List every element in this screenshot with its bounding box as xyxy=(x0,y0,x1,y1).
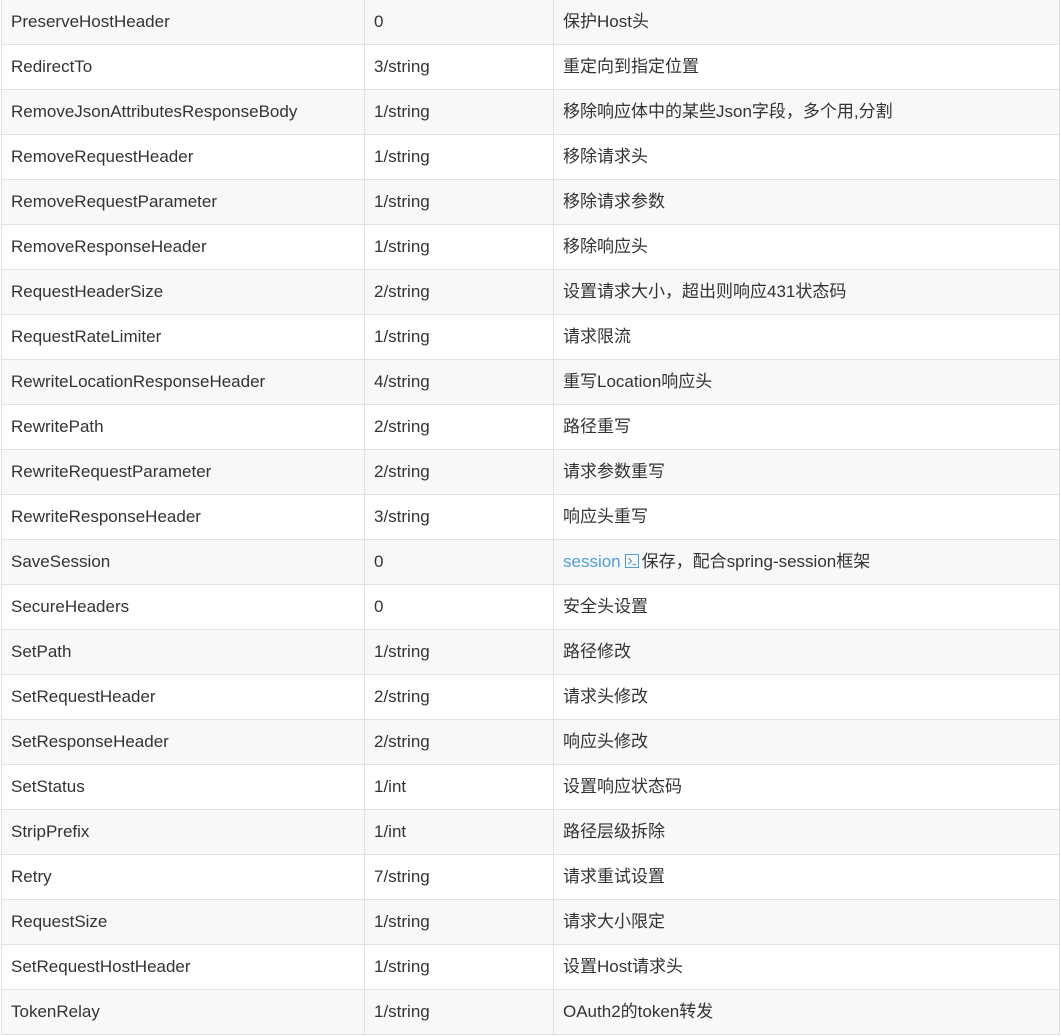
filter-desc-cell: 移除响应头 xyxy=(553,224,1060,270)
filter-args-cell: 4/string xyxy=(364,359,554,405)
filter-args-cell: 1/string xyxy=(364,989,554,1035)
filter-desc-cell: 移除请求参数 xyxy=(553,179,1060,225)
filter-name-cell: RemoveResponseHeader xyxy=(1,224,365,270)
filter-desc-cell: 设置请求大小，超出则响应431状态码 xyxy=(553,269,1060,315)
filter-desc-text: 保存，配合spring-session框架 xyxy=(641,552,871,571)
filter-args-cell: 3/string xyxy=(364,44,554,90)
filter-args-cell: 1/string xyxy=(364,899,554,945)
table-row: TokenRelay 1/string OAuth2的token转发 xyxy=(1,989,1060,1035)
filter-table: PreserveHostHeader 0 保护Host头 RedirectTo … xyxy=(1,0,1060,1035)
filter-name-cell: TokenRelay xyxy=(1,989,365,1035)
filter-desc-cell: 请求限流 xyxy=(553,314,1060,360)
table-row: RequestRateLimiter 1/string 请求限流 xyxy=(1,314,1060,360)
table-row: RemoveRequestParameter 1/string 移除请求参数 xyxy=(1,179,1060,225)
filter-args-cell: 1/string xyxy=(364,179,554,225)
table-row: Retry 7/string 请求重试设置 xyxy=(1,854,1060,900)
filter-desc-cell: 请求重试设置 xyxy=(553,854,1060,900)
table-row: PreserveHostHeader 0 保护Host头 xyxy=(1,0,1060,45)
filter-args-cell: 2/string xyxy=(364,674,554,720)
table-row: RewriteRequestParameter 2/string 请求参数重写 xyxy=(1,449,1060,495)
table-row: RedirectTo 3/string 重定向到指定位置 xyxy=(1,44,1060,90)
filter-desc-cell: 请求大小限定 xyxy=(553,899,1060,945)
filter-name-cell: RewriteRequestParameter xyxy=(1,449,365,495)
filter-name-cell: SecureHeaders xyxy=(1,584,365,630)
filter-name-cell: RewriteLocationResponseHeader xyxy=(1,359,365,405)
table-row: SecureHeaders 0 安全头设置 xyxy=(1,584,1060,630)
filter-name-cell: RewritePath xyxy=(1,404,365,450)
filter-name-cell: SaveSession xyxy=(1,539,365,585)
table-row: SaveSession 0 session 保存，配合spring-session… xyxy=(1,539,1060,585)
filter-desc-cell: OAuth2的token转发 xyxy=(553,989,1060,1035)
table-row: SetRequestHostHeader 1/string 设置Host请求头 xyxy=(1,944,1060,990)
filter-desc-cell: 移除请求头 xyxy=(553,134,1060,180)
filter-args-cell: 1/int xyxy=(364,764,554,810)
table-row: RewritePath 2/string 路径重写 xyxy=(1,404,1060,450)
table-row: StripPrefix 1/int 路径层级拆除 xyxy=(1,809,1060,855)
filter-name-cell: RemoveJsonAttributesResponseBody xyxy=(1,89,365,135)
table-row: RequestHeaderSize 2/string 设置请求大小，超出则响应4… xyxy=(1,269,1060,315)
filter-name-cell: RemoveRequestHeader xyxy=(1,134,365,180)
filter-name-cell: RemoveRequestParameter xyxy=(1,179,365,225)
filter-args-cell: 3/string xyxy=(364,494,554,540)
filter-args-cell: 2/string xyxy=(364,449,554,495)
filter-desc-cell: 设置响应状态码 xyxy=(553,764,1060,810)
filter-name-cell: StripPrefix xyxy=(1,809,365,855)
filter-args-cell: 0 xyxy=(364,584,554,630)
filter-desc-cell: 移除响应体中的某些Json字段，多个用,分割 xyxy=(553,89,1060,135)
filter-desc-cell: 路径重写 xyxy=(553,404,1060,450)
external-link-icon[interactable] xyxy=(624,553,640,569)
filter-args-cell: 2/string xyxy=(364,404,554,450)
filter-name-cell: SetPath xyxy=(1,629,365,675)
filter-args-cell: 2/string xyxy=(364,719,554,765)
filter-name-cell: RewriteResponseHeader xyxy=(1,494,365,540)
filter-name-cell: RequestRateLimiter xyxy=(1,314,365,360)
filter-desc-cell: 请求参数重写 xyxy=(553,449,1060,495)
filter-name-cell: SetResponseHeader xyxy=(1,719,365,765)
filter-args-cell: 1/string xyxy=(364,944,554,990)
filter-args-cell: 1/string xyxy=(364,629,554,675)
filter-name-cell: PreserveHostHeader xyxy=(1,0,365,45)
filter-args-cell: 1/string xyxy=(364,134,554,180)
table-row: SetPath 1/string 路径修改 xyxy=(1,629,1060,675)
filter-name-cell: Retry xyxy=(1,854,365,900)
filter-desc-cell: 响应头修改 xyxy=(553,719,1060,765)
table-row: RewriteResponseHeader 3/string 响应头重写 xyxy=(1,494,1060,540)
filter-desc-cell: 响应头重写 xyxy=(553,494,1060,540)
filter-desc-cell: 请求头修改 xyxy=(553,674,1060,720)
filter-args-cell: 1/string xyxy=(364,89,554,135)
table-row: RequestSize 1/string 请求大小限定 xyxy=(1,899,1060,945)
filter-desc-cell: 路径层级拆除 xyxy=(553,809,1060,855)
filter-args-cell: 2/string xyxy=(364,269,554,315)
filter-name-cell: RedirectTo xyxy=(1,44,365,90)
filter-args-cell: 1/string xyxy=(364,314,554,360)
filter-desc-cell: 保护Host头 xyxy=(553,0,1060,45)
table-row: SetStatus 1/int 设置响应状态码 xyxy=(1,764,1060,810)
filter-desc-cell: 安全头设置 xyxy=(553,584,1060,630)
filter-desc-cell: 路径修改 xyxy=(553,629,1060,675)
filter-name-cell: RequestSize xyxy=(1,899,365,945)
filter-name-cell: SetRequestHeader xyxy=(1,674,365,720)
filter-desc-cell: session 保存，配合spring-session框架 xyxy=(553,539,1060,585)
filter-args-cell: 0 xyxy=(364,0,554,45)
table-row: RewriteLocationResponseHeader 4/string 重… xyxy=(1,359,1060,405)
filter-args-cell: 7/string xyxy=(364,854,554,900)
filter-desc-cell: 设置Host请求头 xyxy=(553,944,1060,990)
table-row: SetResponseHeader 2/string 响应头修改 xyxy=(1,719,1060,765)
session-link[interactable]: session xyxy=(563,552,621,571)
table-row: RemoveJsonAttributesResponseBody 1/strin… xyxy=(1,89,1060,135)
filter-args-cell: 1/int xyxy=(364,809,554,855)
filter-name-cell: RequestHeaderSize xyxy=(1,269,365,315)
filter-args-cell: 1/string xyxy=(364,224,554,270)
table-row: RemoveResponseHeader 1/string 移除响应头 xyxy=(1,224,1060,270)
filter-name-cell: SetStatus xyxy=(1,764,365,810)
table-row: SetRequestHeader 2/string 请求头修改 xyxy=(1,674,1060,720)
table-body: PreserveHostHeader 0 保护Host头 RedirectTo … xyxy=(1,0,1060,1035)
filter-args-cell: 0 xyxy=(364,539,554,585)
filter-name-cell: SetRequestHostHeader xyxy=(1,944,365,990)
filter-desc-cell: 重定向到指定位置 xyxy=(553,44,1060,90)
table-row: RemoveRequestHeader 1/string 移除请求头 xyxy=(1,134,1060,180)
filter-desc-cell: 重写Location响应头 xyxy=(553,359,1060,405)
